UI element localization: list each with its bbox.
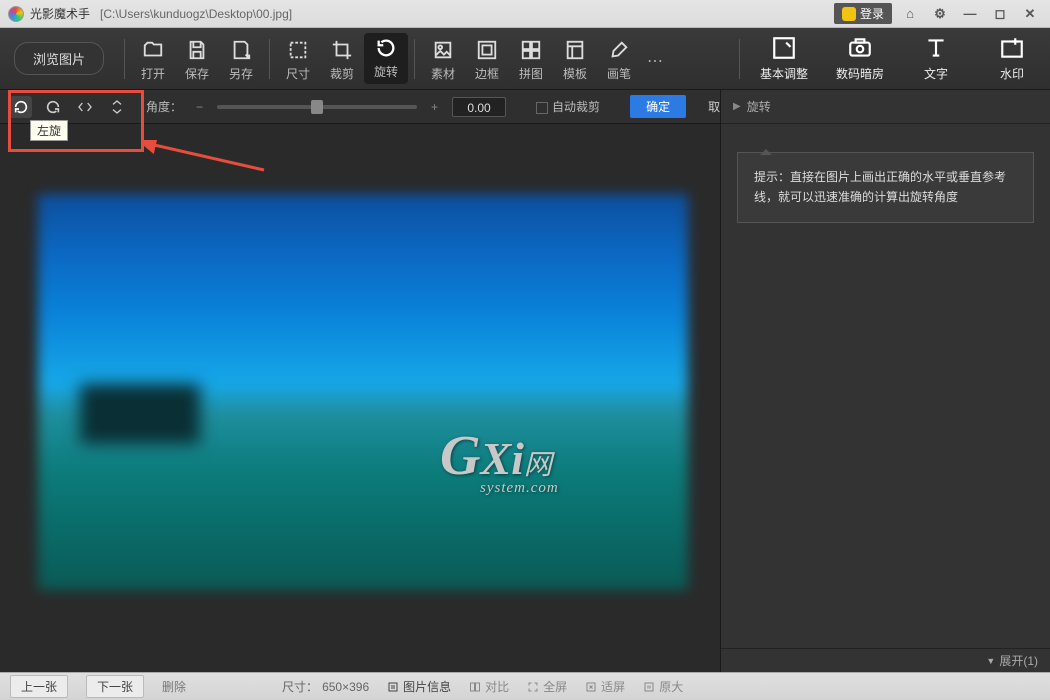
watermark-icon [999, 35, 1025, 61]
darkroom-icon [847, 35, 873, 61]
toolbar-save[interactable]: 保存 [175, 35, 219, 82]
right-tool-watermark[interactable]: 水印 [974, 35, 1050, 82]
angle-slider[interactable] [217, 105, 417, 109]
rotate-right-icon [45, 99, 61, 115]
toolbar-template[interactable]: 模板 [553, 35, 597, 82]
info-icon [387, 681, 399, 693]
angle-decrease-button[interactable]: − [192, 100, 207, 114]
close-button[interactable]: ✕ [1018, 4, 1042, 24]
browse-images-button[interactable]: 浏览图片 [14, 42, 104, 75]
autocrop-checkbox[interactable]: 自动裁剪 [536, 98, 600, 115]
login-label: 登录 [860, 5, 884, 22]
flip-vertical-button[interactable] [106, 96, 128, 118]
more-icon: ⋯ [647, 53, 663, 70]
text-icon [923, 35, 949, 61]
angle-increase-button[interactable]: + [427, 100, 442, 114]
avatar-icon [842, 7, 856, 21]
rotate-left-button[interactable] [10, 96, 32, 118]
brush-icon [608, 39, 630, 61]
original-size-button[interactable]: 原大 [643, 678, 683, 695]
next-image-button[interactable]: 下一张 [86, 675, 144, 698]
main-toolbar: 浏览图片 打开 保存 另存 尺寸 裁剪 旋转 素材 边框 拼图 模板 [0, 28, 1050, 90]
flip-horizontal-button[interactable] [74, 96, 96, 118]
expand-icon: ▼ [986, 656, 995, 666]
size-icon [287, 39, 309, 61]
prev-image-button[interactable]: 上一张 [10, 675, 68, 698]
fit-button[interactable]: 适屏 [585, 678, 625, 695]
open-icon [142, 39, 164, 61]
toolbar-open[interactable]: 打开 [131, 35, 175, 82]
right-tool-text[interactable]: 文字 [898, 35, 974, 82]
border-icon [476, 39, 498, 61]
template-icon [564, 39, 586, 61]
toolbar-brush[interactable]: 画笔 [597, 35, 641, 82]
login-button[interactable]: 登录 [834, 3, 892, 24]
settings-button[interactable]: ⚙ [928, 4, 952, 24]
size-label: 尺寸： [282, 678, 318, 695]
size-value: 650×396 [322, 680, 369, 694]
image-detail [80, 384, 200, 444]
saveas-icon [230, 39, 252, 61]
expand-button[interactable]: ▼ 展开(1) [721, 648, 1050, 672]
adjust-icon [771, 35, 797, 61]
toolbar-rotate[interactable]: 旋转 [364, 33, 408, 84]
toolbar-saveas[interactable]: 另存 [219, 35, 263, 82]
maximize-button[interactable]: ◻ [988, 4, 1012, 24]
home-button[interactable]: ⌂ [898, 4, 922, 24]
toolbar-collage[interactable]: 拼图 [509, 35, 553, 82]
fit-icon [585, 681, 597, 693]
right-tool-adjust[interactable]: 基本调整 [746, 35, 822, 82]
compare-icon [469, 681, 481, 693]
side-panel-title: 旋转 [747, 98, 771, 115]
rotate-right-button[interactable] [42, 96, 64, 118]
toolbar-crop[interactable]: 裁剪 [320, 35, 364, 82]
tooltip-rotate-left: 左旋 [30, 120, 68, 141]
flip-h-icon [77, 99, 93, 115]
file-path: [C:\Users\kunduogz\Desktop\00.jpg] [100, 7, 292, 21]
fullscreen-icon [527, 681, 539, 693]
original-icon [643, 681, 655, 693]
toolbar-material[interactable]: 素材 [421, 35, 465, 82]
slider-thumb[interactable] [311, 100, 323, 114]
rotate-icon [375, 37, 397, 59]
rotate-left-icon [13, 99, 29, 115]
minimize-button[interactable]: — [958, 4, 982, 24]
toolbar-border[interactable]: 边框 [465, 35, 509, 82]
fullscreen-button[interactable]: 全屏 [527, 678, 567, 695]
image-info-button[interactable]: 图片信息 [387, 678, 451, 695]
toolbar-more[interactable]: ⋯ [641, 47, 669, 71]
watermark-overlay: GXi网 system.com [440, 424, 559, 497]
title-bar: 光影魔术手 [C:\Users\kunduogz\Desktop\00.jpg]… [0, 0, 1050, 28]
hint-box: 提示：直接在图片上画出正确的水平或垂直参考线，就可以迅速准确的计算出旋转角度 [737, 152, 1034, 223]
angle-label: 角度： [146, 98, 182, 115]
collage-icon [520, 39, 542, 61]
side-panel: ▶ 旋转 提示：直接在图片上画出正确的水平或垂直参考线，就可以迅速准确的计算出旋… [720, 90, 1050, 672]
collapse-icon: ▶ [733, 101, 741, 112]
crop-icon [331, 39, 353, 61]
compare-button[interactable]: 对比 [469, 678, 509, 695]
right-tool-darkroom[interactable]: 数码暗房 [822, 35, 898, 82]
side-panel-header[interactable]: ▶ 旋转 [721, 90, 1050, 124]
app-logo-icon [8, 6, 24, 22]
material-icon [432, 39, 454, 61]
canvas-workspace[interactable]: GXi网 system.com [0, 124, 720, 672]
angle-value-input[interactable]: 0.00 [452, 97, 506, 117]
app-title: 光影魔术手 [30, 5, 90, 22]
delete-button[interactable]: 删除 [162, 678, 186, 695]
save-icon [186, 39, 208, 61]
confirm-button[interactable]: 确定 [630, 95, 686, 118]
toolbar-size[interactable]: 尺寸 [276, 35, 320, 82]
status-bar: 上一张 下一张 删除 尺寸： 650×396 图片信息 对比 全屏 适屏 原大 [0, 672, 1050, 700]
flip-v-icon [109, 99, 125, 115]
